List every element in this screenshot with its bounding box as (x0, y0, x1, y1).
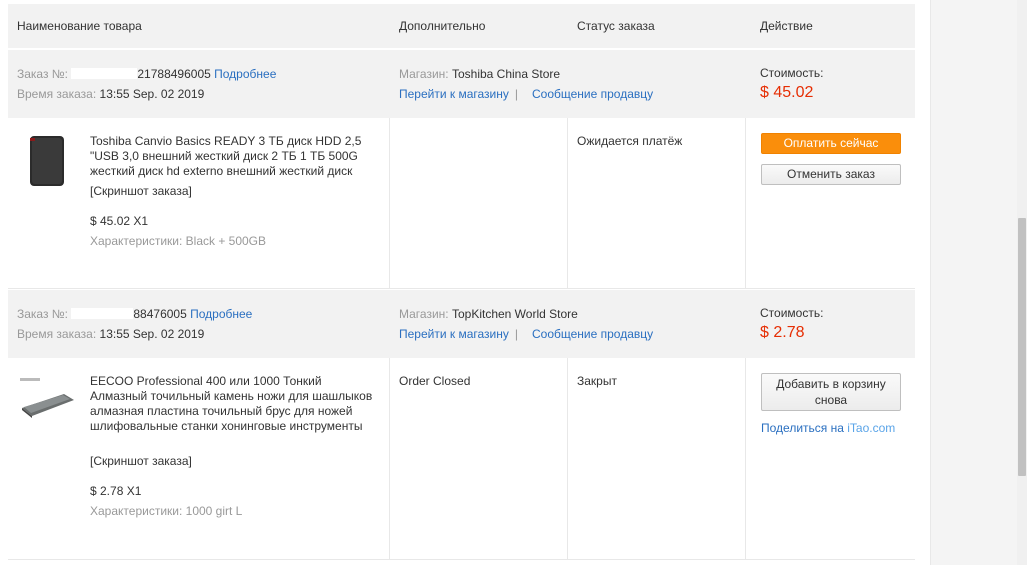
order-status: Ожидается платёж (577, 134, 683, 148)
product-specs: Характеристики: 1000 girt L (90, 504, 243, 518)
col-header-product: Наименование товара (17, 19, 142, 33)
order-cost-value: $ 45.02 (760, 84, 814, 101)
share-prefix: Поделиться на (761, 421, 844, 435)
message-seller-link[interactable]: Сообщение продавцу (532, 327, 653, 341)
store-name: Toshiba China Store (451, 67, 561, 81)
order-number-line: Заказ №: 21788496005 Подробнее (17, 67, 276, 81)
column-divider (389, 358, 390, 559)
order-number-value: 88476005 (133, 307, 187, 321)
store-links: Перейти к магазину | Сообщение продавцу (399, 87, 653, 101)
store-label: Магазин: (399, 307, 449, 321)
goto-store-link[interactable]: Перейти к магазину (399, 327, 509, 341)
column-divider (567, 118, 568, 288)
order-time-line: Время заказа: 13:55 Sep. 02 2019 (17, 327, 204, 341)
cost-label: Стоимость: (760, 306, 823, 320)
link-separator: | (514, 327, 518, 341)
order-time-line: Время заказа: 13:55 Sep. 02 2019 (17, 87, 204, 101)
order-number-label: Заказ №: (17, 307, 69, 321)
order-snapshot-link[interactable]: [Скриншот заказа] (90, 454, 192, 468)
order-header: Заказ №: 88476005 Подробнее Время заказа… (8, 290, 915, 358)
order-time-value: 13:55 Sep. 02 2019 (99, 87, 205, 101)
order-cost-value: $ 2.78 (760, 324, 805, 341)
product-price-qty: $ 2.78 X1 (90, 484, 142, 498)
cost-label-text: Стоимость: (760, 306, 824, 320)
col-header-action: Действие (760, 19, 813, 33)
order-status: Закрыт (577, 374, 617, 388)
message-seller-link[interactable]: Сообщение продавцу (532, 87, 653, 101)
store-label: Магазин: (399, 67, 449, 81)
column-divider (567, 358, 568, 559)
order-snapshot-link[interactable]: [Скриншот заказа] (90, 184, 192, 198)
order-time-label: Время заказа: (17, 327, 97, 341)
column-divider (389, 118, 390, 288)
order-details-link[interactable]: Подробнее (190, 307, 252, 321)
store-line: Магазин: TopKitchen World Store (399, 307, 578, 321)
add-to-cart-again-button[interactable]: Добавить в корзину снова (761, 373, 901, 411)
product-thumbnail[interactable] (18, 372, 76, 430)
order-number-line: Заказ №: 88476005 Подробнее (17, 307, 252, 321)
share-link[interactable]: Поделиться на iTao.com (761, 421, 895, 435)
order-number-redaction (71, 68, 138, 79)
product-specs: Характеристики: Black + 500GB (90, 234, 267, 248)
link-separator: | (514, 87, 518, 101)
order-time-value: 13:55 Sep. 02 2019 (99, 327, 205, 341)
orders-panel: Наименование товара Дополнительно Статус… (0, 0, 930, 565)
product-price-qty: $ 45.02 X1 (90, 214, 149, 228)
scrollbar-track[interactable] (1017, 0, 1027, 565)
col-header-extra: Дополнительно (399, 19, 486, 33)
cost-label: Стоимость: (760, 66, 823, 80)
product-title-link[interactable]: EECOO Professional 400 или 1000 Тонкий А… (90, 374, 380, 434)
order-header: Заказ №: 21788496005 Подробнее Время зак… (8, 50, 915, 118)
right-side-panel (930, 0, 1027, 565)
order-extra: Order Closed (399, 374, 471, 388)
order-item: Toshiba Canvio Basics READY 3 ТБ диск HD… (8, 118, 915, 289)
column-divider (745, 358, 746, 559)
pay-now-button[interactable]: Оплатить сейчас (761, 133, 901, 154)
column-divider (745, 118, 746, 288)
store-links: Перейти к магазину | Сообщение продавцу (399, 327, 653, 341)
store-line: Магазин: Toshiba China Store (399, 67, 560, 81)
order-number-redaction (71, 308, 134, 319)
cost-label-text: Стоимость: (760, 66, 824, 80)
share-brand: iTao.com (847, 421, 896, 435)
scrollbar-thumb[interactable] (1018, 218, 1026, 476)
order-item: EECOO Professional 400 или 1000 Тонкий А… (8, 358, 915, 560)
sharpening-stone-image-icon (20, 378, 74, 418)
col-header-status: Статус заказа (577, 19, 655, 33)
order-number-label: Заказ №: (17, 67, 69, 81)
cancel-order-button[interactable]: Отменить заказ (761, 164, 901, 185)
goto-store-link[interactable]: Перейти к магазину (399, 87, 509, 101)
order-number-value: 21788496005 (137, 67, 211, 81)
hdd-image-icon (30, 136, 64, 186)
order-time-label: Время заказа: (17, 87, 97, 101)
product-thumbnail[interactable] (18, 132, 76, 190)
order-details-link[interactable]: Подробнее (214, 67, 276, 81)
store-name: TopKitchen World Store (451, 307, 578, 321)
orders-table-header: Наименование товара Дополнительно Статус… (8, 4, 915, 48)
product-title-link[interactable]: Toshiba Canvio Basics READY 3 ТБ диск HD… (90, 134, 380, 179)
